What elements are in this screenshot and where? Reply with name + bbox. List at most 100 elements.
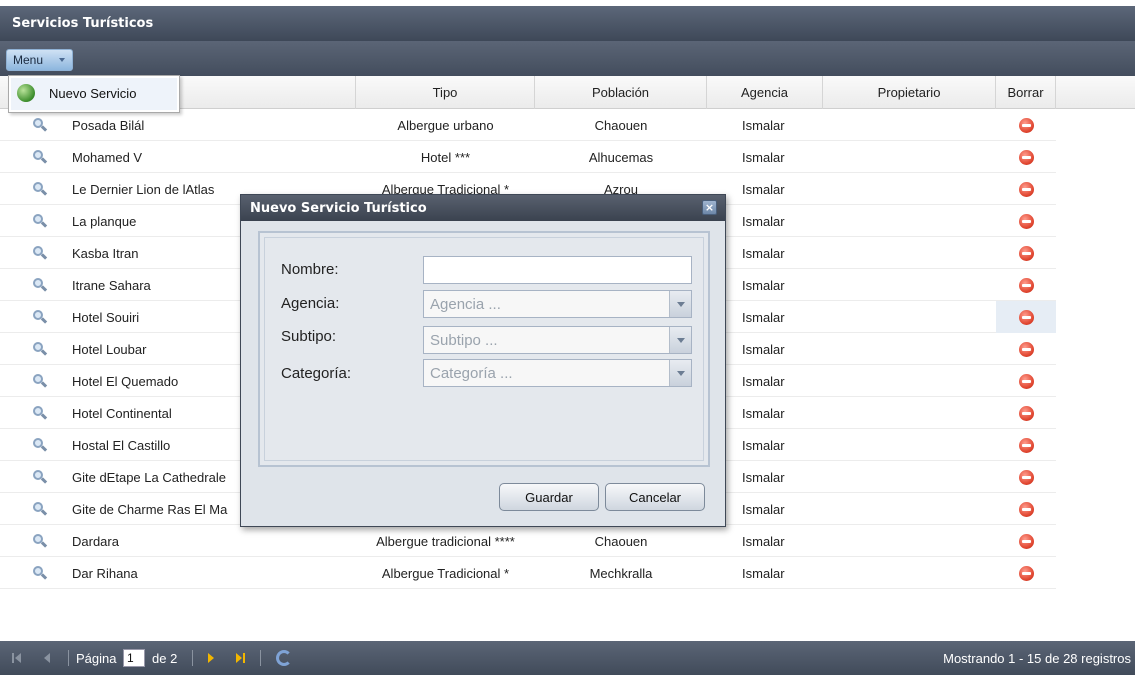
page-label: Página	[76, 651, 117, 666]
delete-icon[interactable]	[1019, 566, 1034, 581]
delete-icon[interactable]	[1019, 118, 1034, 133]
view-details-icon[interactable]	[32, 277, 48, 293]
view-details-icon[interactable]	[32, 565, 48, 581]
cell-nombre: Hostal El Castillo	[72, 438, 171, 453]
cell-agencia: Ismalar	[742, 374, 785, 389]
separator	[260, 650, 261, 666]
agencia-placeholder: Agencia ...	[430, 296, 501, 313]
cell-agencia: Ismalar	[742, 150, 785, 165]
refresh-icon[interactable]	[276, 650, 292, 666]
cell-poblacion: Mechkralla	[589, 566, 653, 581]
subtipo-select[interactable]: Subtipo ...	[423, 326, 692, 354]
cell-tipo: Albergue Tradicional *	[381, 566, 510, 581]
chevron-down-icon[interactable]	[669, 360, 691, 386]
cell-agencia: Ismalar	[742, 246, 785, 261]
delete-icon[interactable]	[1019, 182, 1034, 197]
categoria-select[interactable]: Categoría ...	[423, 359, 692, 387]
view-details-icon[interactable]	[32, 341, 48, 357]
table-row[interactable]: Dardara Albergue tradicional **** Chaoue…	[0, 525, 1056, 557]
cell-nombre: Gite dEtape La Cathedrale	[72, 470, 226, 485]
cell-agencia: Ismalar	[742, 406, 785, 421]
first-page-icon[interactable]	[12, 653, 22, 663]
delete-icon[interactable]	[1019, 438, 1034, 453]
cell-agencia: Ismalar	[742, 214, 785, 229]
pagination-bar: Página 1 de 2 Mostrando 1 - 15 de 28 reg…	[0, 641, 1135, 675]
cell-tipo: Hotel ***	[420, 150, 471, 165]
chevron-down-icon[interactable]	[669, 291, 691, 317]
cell-agencia: Ismalar	[742, 118, 785, 133]
view-details-icon[interactable]	[32, 405, 48, 421]
delete-icon[interactable]	[1019, 502, 1034, 517]
chevron-down-icon[interactable]	[669, 327, 691, 353]
delete-icon[interactable]	[1019, 214, 1034, 229]
nombre-label: Nombre:	[281, 261, 339, 278]
table-row[interactable]: Mohamed V Hotel *** Alhucemas Ismalar	[0, 141, 1056, 173]
column-header-agencia[interactable]: Agencia	[707, 76, 823, 109]
view-details-icon[interactable]	[32, 501, 48, 517]
menu-item-label: Nuevo Servicio	[49, 86, 137, 101]
menu-button[interactable]: Menu	[6, 49, 73, 71]
records-status: Mostrando 1 - 15 de 28 registros	[943, 651, 1131, 666]
cell-tipo: Albergue urbano	[397, 118, 494, 133]
cell-agencia: Ismalar	[742, 278, 785, 293]
toolbar: Menu	[0, 41, 1135, 76]
cell-nombre: Gite de Charme Ras El Ma	[72, 502, 228, 517]
cell-poblacion: Chaouen	[594, 534, 648, 549]
column-header-propietario[interactable]: Propietario	[823, 76, 996, 109]
view-details-icon[interactable]	[32, 373, 48, 389]
page-number-input[interactable]: 1	[123, 649, 145, 667]
table-row[interactable]: Dar Rihana Albergue Tradicional * Mechkr…	[0, 557, 1056, 589]
agencia-select[interactable]: Agencia ...	[423, 290, 692, 318]
cell-nombre: Dardara	[72, 534, 119, 549]
cell-nombre: Hotel Loubar	[72, 342, 147, 357]
delete-icon[interactable]	[1019, 374, 1034, 389]
window-title: Servicios Turísticos	[0, 6, 1135, 41]
delete-icon[interactable]	[1019, 342, 1034, 357]
column-header-poblacion[interactable]: Población	[535, 76, 707, 109]
delete-icon[interactable]	[1019, 534, 1034, 549]
view-details-icon[interactable]	[32, 213, 48, 229]
view-details-icon[interactable]	[32, 437, 48, 453]
nombre-input[interactable]	[423, 256, 692, 284]
page-total: de 2	[152, 651, 178, 666]
cancel-button[interactable]: Cancelar	[605, 483, 705, 511]
cell-nombre: La planque	[72, 214, 137, 229]
view-details-icon[interactable]	[32, 181, 48, 197]
cell-nombre: Le Dernier Lion de lAtlas	[72, 182, 215, 197]
view-details-icon[interactable]	[32, 117, 48, 133]
view-details-icon[interactable]	[32, 149, 48, 165]
subtipo-placeholder: Subtipo ...	[430, 332, 498, 349]
cell-agencia: Ismalar	[742, 566, 785, 581]
table-row[interactable]: Posada Bilál Albergue urbano Chaouen Ism…	[0, 109, 1056, 141]
cell-nombre: Posada Bilál	[72, 118, 145, 133]
cell-agencia: Ismalar	[742, 310, 785, 325]
menu-dropdown: Nuevo Servicio	[8, 75, 180, 113]
delete-icon[interactable]	[1019, 150, 1034, 165]
delete-icon[interactable]	[1019, 470, 1034, 485]
separator	[192, 650, 193, 666]
cell-nombre: Itrane Sahara	[72, 278, 151, 293]
delete-icon[interactable]	[1019, 246, 1034, 261]
delete-icon[interactable]	[1019, 278, 1034, 293]
column-header-borrar[interactable]: Borrar	[996, 76, 1056, 109]
categoria-label: Categoría:	[281, 365, 352, 382]
cell-nombre: Dar Rihana	[72, 566, 138, 581]
cell-agencia: Ismalar	[742, 182, 785, 197]
cell-agencia: Ismalar	[742, 438, 785, 453]
close-icon[interactable]: ×	[702, 200, 717, 215]
view-details-icon[interactable]	[32, 309, 48, 325]
save-button[interactable]: Guardar	[499, 483, 599, 511]
delete-icon[interactable]	[1019, 406, 1034, 421]
last-page-icon[interactable]	[236, 653, 246, 663]
column-header-tipo[interactable]: Tipo	[356, 76, 535, 109]
prev-page-icon[interactable]	[44, 653, 54, 663]
menu-item-nuevo-servicio[interactable]: Nuevo Servicio	[11, 78, 177, 110]
cell-agencia: Ismalar	[742, 502, 785, 517]
delete-icon[interactable]	[1019, 310, 1034, 325]
next-page-icon[interactable]	[208, 653, 218, 663]
view-details-icon[interactable]	[32, 533, 48, 549]
view-details-icon[interactable]	[32, 245, 48, 261]
cell-nombre: Hotel Souiri	[72, 310, 140, 325]
view-details-icon[interactable]	[32, 469, 48, 485]
cell-agencia: Ismalar	[742, 470, 785, 485]
